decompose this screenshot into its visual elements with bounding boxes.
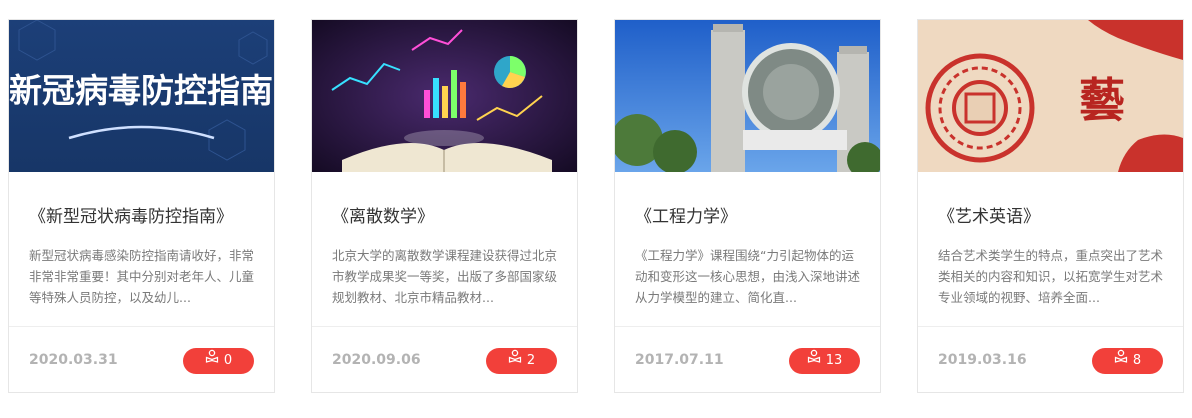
course-description: 北京大学的离散数学课程建设获得过北京市教学成果奖一等奖，出版了多部国家级规划教材…: [332, 248, 558, 305]
course-card[interactable]: 《离散数学》 北京大学的离散数学课程建设获得过北京市教学成果奖一等奖，出版了多部…: [311, 19, 578, 393]
course-card-list: 新冠病毒防控指南 《新型冠状病毒防控指南》 新型冠状病毒感染防控指南请收好，非常…: [0, 0, 1192, 418]
learners-icon: [1114, 347, 1128, 373]
learner-count-badge[interactable]: 2: [486, 348, 557, 374]
course-card[interactable]: 新冠病毒防控指南 《新型冠状病毒防控指南》 新型冠状病毒感染防控指南请收好，非常…: [8, 19, 275, 393]
learner-count-badge[interactable]: 0: [183, 348, 254, 374]
course-title[interactable]: 《工程力学》: [635, 202, 864, 227]
course-description: 新型冠状病毒感染防控指南请收好，非常非常非常重要！其中分别对老年人、儿童等特殊人…: [29, 248, 255, 305]
divider: [312, 326, 577, 327]
divider: [615, 326, 880, 327]
cover-banner-text: 藝: [1079, 73, 1125, 127]
divider: [918, 326, 1183, 327]
learner-count-badge[interactable]: 8: [1092, 348, 1163, 374]
course-date: 2020.09.06: [332, 352, 421, 368]
course-cover-image[interactable]: 新冠病毒防控指南: [9, 20, 274, 172]
learner-count: 2: [526, 353, 536, 368]
learners-icon: [205, 347, 219, 373]
learner-count: 8: [1132, 353, 1142, 368]
course-date: 2019.03.16: [938, 352, 1027, 368]
course-card[interactable]: 《工程力学》 《工程力学》课程围绕“力引起物体的运动和变形这一核心思想，由浅入深…: [614, 19, 881, 393]
course-cover-image[interactable]: 藝: [918, 20, 1183, 172]
course-card[interactable]: 藝 《艺术英语》 结合艺术类学生的特点，重点突出了艺术类相关的内容和知识，以拓宽…: [917, 19, 1184, 393]
course-title[interactable]: 《离散数学》: [332, 202, 561, 227]
learners-icon: [807, 347, 821, 373]
divider: [9, 326, 274, 327]
learners-icon: [508, 347, 522, 373]
course-title[interactable]: 《艺术英语》: [938, 202, 1167, 227]
course-date: 2017.07.11: [635, 352, 724, 368]
learner-count: 0: [223, 353, 233, 368]
learner-count-badge[interactable]: 13: [789, 348, 860, 374]
cover-banner-text: 新冠病毒防控指南: [9, 71, 273, 110]
learner-count: 13: [825, 353, 843, 368]
course-date: 2020.03.31: [29, 352, 118, 368]
course-cover-image[interactable]: [615, 20, 880, 172]
course-description: 《工程力学》课程围绕“力引起物体的运动和变形这一核心思想，由浅入深地讲述从力学模…: [635, 248, 861, 305]
course-title[interactable]: 《新型冠状病毒防控指南》: [29, 202, 258, 227]
course-cover-image[interactable]: [312, 20, 577, 172]
course-description: 结合艺术类学生的特点，重点突出了艺术类相关的内容和知识，以拓宽学生对艺术专业领域…: [938, 248, 1164, 305]
